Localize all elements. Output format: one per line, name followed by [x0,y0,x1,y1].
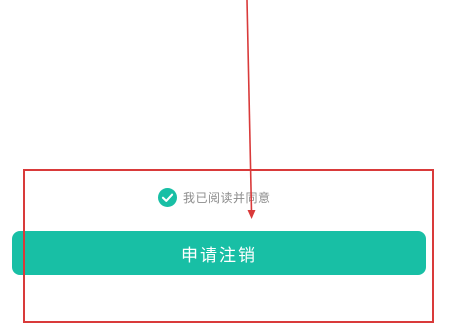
account-cancel-page: 我已阅读并同意 申请注销 [0,0,451,335]
annotation-arrow [246,0,256,219]
